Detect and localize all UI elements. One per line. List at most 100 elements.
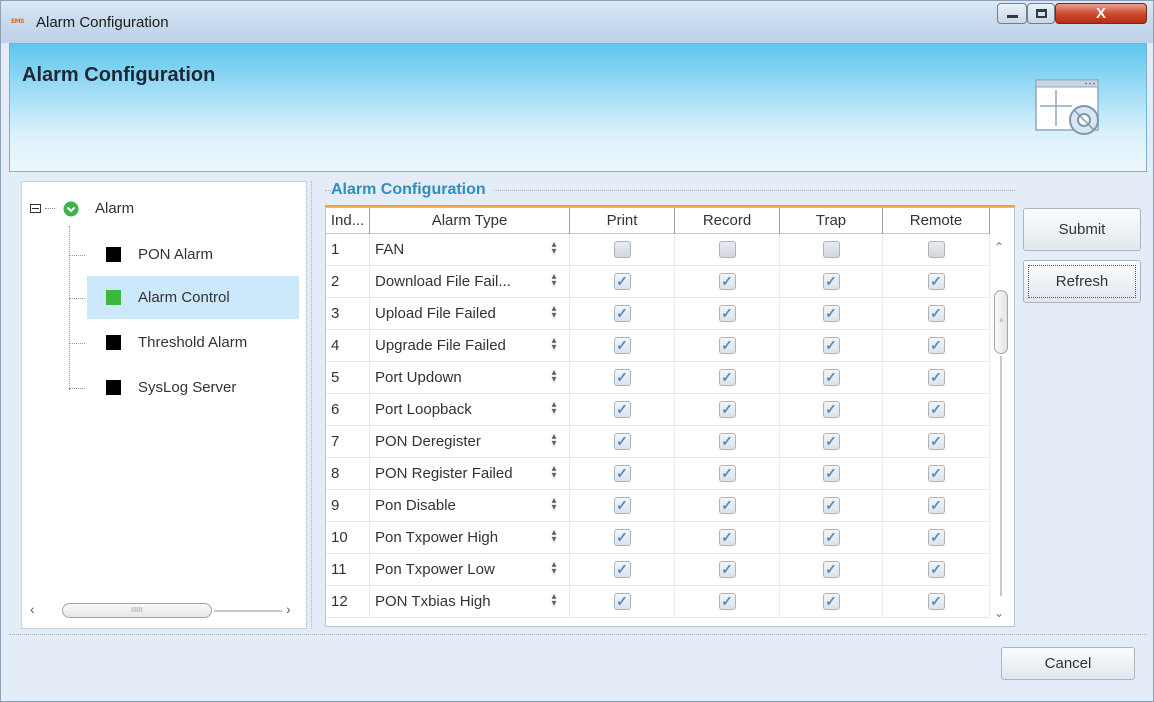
table-row[interactable]: 7 PON Deregister ▴ ▾ ✓ ✓ ✓ ✓ xyxy=(326,426,990,458)
tree-item-syslog-server[interactable]: SysLog Server xyxy=(106,379,236,396)
record-checkbox[interactable]: ✓ xyxy=(718,337,736,354)
record-checkbox[interactable]: ✓ xyxy=(718,273,736,290)
table-row[interactable]: 1 FAN ▴ ▾ xyxy=(326,234,990,266)
table-row[interactable]: 3 Upload File Failed ▴ ▾ ✓ ✓ ✓ ✓ xyxy=(326,298,990,330)
maximize-button[interactable] xyxy=(1027,3,1055,24)
alarm-type-cell[interactable]: Port Loopback ▴ ▾ xyxy=(370,394,570,425)
trap-checkbox[interactable]: ✓ xyxy=(822,593,840,610)
print-checkbox[interactable]: ✓ xyxy=(613,273,631,290)
submit-button[interactable]: Submit xyxy=(1023,208,1141,251)
spinner-icon[interactable]: ▴ ▾ xyxy=(547,432,561,450)
record-checkbox[interactable] xyxy=(718,241,736,258)
table-row[interactable]: 12 PON Txbias High ▴ ▾ ✓ ✓ ✓ ✓ xyxy=(326,586,990,618)
table-row[interactable]: 8 PON Register Failed ▴ ▾ ✓ ✓ ✓ ✓ xyxy=(326,458,990,490)
record-checkbox[interactable]: ✓ xyxy=(718,401,736,418)
alarm-type-cell[interactable]: Upload File Failed ▴ ▾ xyxy=(370,298,570,329)
remote-checkbox[interactable]: ✓ xyxy=(927,273,945,290)
alarm-type-cell[interactable]: Pon Txpower High ▴ ▾ xyxy=(370,522,570,553)
record-checkbox[interactable]: ✓ xyxy=(718,465,736,482)
table-row[interactable]: 10 Pon Txpower High ▴ ▾ ✓ ✓ ✓ ✓ xyxy=(326,522,990,554)
record-checkbox[interactable]: ✓ xyxy=(718,433,736,450)
remote-checkbox[interactable]: ✓ xyxy=(927,465,945,482)
spinner-icon[interactable]: ▴ ▾ xyxy=(547,464,561,482)
remote-checkbox[interactable]: ✓ xyxy=(927,305,945,322)
table-row[interactable]: 2 Download File Fail... ▴ ▾ ✓ ✓ ✓ ✓ xyxy=(326,266,990,298)
trap-checkbox[interactable]: ✓ xyxy=(822,273,840,290)
tree-item-alarm-control[interactable]: Alarm Control xyxy=(106,289,230,306)
print-checkbox[interactable]: ✓ xyxy=(613,593,631,610)
print-checkbox[interactable]: ✓ xyxy=(613,401,631,418)
cancel-button[interactable]: Cancel xyxy=(1001,647,1135,680)
column-header-record[interactable]: Record xyxy=(675,208,780,234)
table-vertical-scrollbar[interactable]: ⌃ ≡ ⌄ xyxy=(990,234,1014,626)
remote-checkbox[interactable]: ✓ xyxy=(927,433,945,450)
alarm-type-cell[interactable]: PON Txbias High ▴ ▾ xyxy=(370,586,570,617)
print-checkbox[interactable]: ✓ xyxy=(613,529,631,546)
trap-checkbox[interactable]: ✓ xyxy=(822,305,840,322)
print-checkbox[interactable] xyxy=(613,241,631,258)
scroll-left-icon[interactable]: ‹ xyxy=(30,601,35,617)
table-row[interactable]: 4 Upgrade File Failed ▴ ▾ ✓ ✓ ✓ ✓ xyxy=(326,330,990,362)
table-row[interactable]: 6 Port Loopback ▴ ▾ ✓ ✓ ✓ ✓ xyxy=(326,394,990,426)
print-checkbox[interactable]: ✓ xyxy=(613,433,631,450)
remote-checkbox[interactable]: ✓ xyxy=(927,529,945,546)
trap-checkbox[interactable]: ✓ xyxy=(822,337,840,354)
spinner-icon[interactable]: ▴ ▾ xyxy=(547,592,561,610)
remote-checkbox[interactable]: ✓ xyxy=(927,593,945,610)
close-button[interactable]: X xyxy=(1055,3,1147,24)
scrollbar-thumb[interactable]: IIIIII xyxy=(62,603,212,618)
scroll-right-icon[interactable]: › xyxy=(286,601,291,617)
spinner-icon[interactable]: ▴ ▾ xyxy=(547,240,561,258)
tree-horizontal-scrollbar[interactable]: ‹ IIIIII › xyxy=(28,601,300,621)
scrollbar-thumb[interactable]: ≡ xyxy=(994,290,1008,354)
refresh-button[interactable]: Refresh xyxy=(1023,260,1141,303)
column-header-index[interactable]: Ind... xyxy=(326,208,370,234)
tree-item-threshold-alarm[interactable]: Threshold Alarm xyxy=(106,334,247,351)
minimize-button[interactable] xyxy=(997,3,1027,24)
scrollbar-track[interactable] xyxy=(1000,356,1002,596)
column-header-trap[interactable]: Trap xyxy=(780,208,883,234)
alarm-type-cell[interactable]: PON Register Failed ▴ ▾ xyxy=(370,458,570,489)
trap-checkbox[interactable]: ✓ xyxy=(822,433,840,450)
remote-checkbox[interactable]: ✓ xyxy=(927,561,945,578)
record-checkbox[interactable]: ✓ xyxy=(718,369,736,386)
spinner-icon[interactable]: ▴ ▾ xyxy=(547,528,561,546)
collapse-icon[interactable] xyxy=(30,204,41,213)
trap-checkbox[interactable]: ✓ xyxy=(822,529,840,546)
remote-checkbox[interactable] xyxy=(927,241,945,258)
scrollbar-track[interactable] xyxy=(214,610,282,612)
spinner-icon[interactable]: ▴ ▾ xyxy=(547,304,561,322)
print-checkbox[interactable]: ✓ xyxy=(613,337,631,354)
alarm-type-cell[interactable]: FAN ▴ ▾ xyxy=(370,234,570,265)
trap-checkbox[interactable]: ✓ xyxy=(822,401,840,418)
trap-checkbox[interactable]: ✓ xyxy=(822,561,840,578)
remote-checkbox[interactable]: ✓ xyxy=(927,401,945,418)
table-row[interactable]: 9 Pon Disable ▴ ▾ ✓ ✓ ✓ ✓ xyxy=(326,490,990,522)
spinner-icon[interactable]: ▴ ▾ xyxy=(547,400,561,418)
column-header-print[interactable]: Print xyxy=(570,208,675,234)
record-checkbox[interactable]: ✓ xyxy=(718,561,736,578)
print-checkbox[interactable]: ✓ xyxy=(613,465,631,482)
record-checkbox[interactable]: ✓ xyxy=(718,529,736,546)
trap-checkbox[interactable] xyxy=(822,241,840,258)
table-row[interactable]: 11 Pon Txpower Low ▴ ▾ ✓ ✓ ✓ ✓ xyxy=(326,554,990,586)
record-checkbox[interactable]: ✓ xyxy=(718,593,736,610)
spinner-icon[interactable]: ▴ ▾ xyxy=(547,560,561,578)
tree-item-pon-alarm[interactable]: PON Alarm xyxy=(106,246,213,263)
record-checkbox[interactable]: ✓ xyxy=(718,305,736,322)
column-header-remote[interactable]: Remote xyxy=(883,208,990,234)
trap-checkbox[interactable]: ✓ xyxy=(822,369,840,386)
record-checkbox[interactable]: ✓ xyxy=(718,497,736,514)
trap-checkbox[interactable]: ✓ xyxy=(822,465,840,482)
column-header-alarm-type[interactable]: Alarm Type xyxy=(370,208,570,234)
table-row[interactable]: 5 Port Updown ▴ ▾ ✓ ✓ ✓ ✓ xyxy=(326,362,990,394)
spinner-icon[interactable]: ▴ ▾ xyxy=(547,336,561,354)
spinner-icon[interactable]: ▴ ▾ xyxy=(547,496,561,514)
print-checkbox[interactable]: ✓ xyxy=(613,369,631,386)
alarm-type-cell[interactable]: Pon Disable ▴ ▾ xyxy=(370,490,570,521)
remote-checkbox[interactable]: ✓ xyxy=(927,369,945,386)
tree-root-alarm[interactable]: Alarm xyxy=(30,200,134,217)
alarm-type-cell[interactable]: Port Updown ▴ ▾ xyxy=(370,362,570,393)
trap-checkbox[interactable]: ✓ xyxy=(822,497,840,514)
remote-checkbox[interactable]: ✓ xyxy=(927,337,945,354)
